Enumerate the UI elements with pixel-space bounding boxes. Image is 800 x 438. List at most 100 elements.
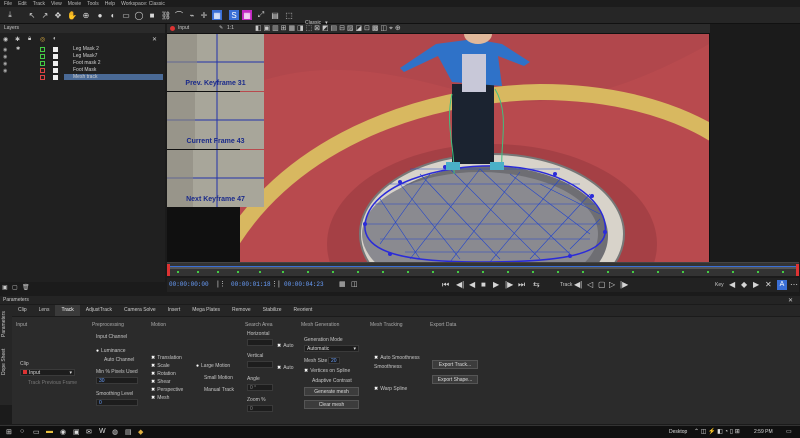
mail-icon[interactable]: ✉ — [86, 428, 92, 436]
tab-mega-plates[interactable]: Mega Plates — [186, 305, 226, 316]
motion-perspective[interactable]: ✖ Perspective — [151, 387, 183, 393]
key-icon[interactable]: ◆ — [741, 280, 747, 289]
task-view-icon[interactable]: ▭ — [33, 428, 40, 436]
viewer-tools-icons[interactable]: ◧ ▣ ▥ ⊞ ▦ ◨ ⬚ ⊠ ◩ ▤ ⊟ ▨ ◪ ⊡ ▩ ◫ ⌖ ⊕ — [255, 24, 401, 33]
mesh-icon[interactable]: ▤ — [270, 10, 280, 20]
in-out-icon[interactable]: ⋮| — [271, 280, 280, 288]
layer-row[interactable]: ◉ Leg Mask7 — [0, 53, 165, 60]
video-frame[interactable] — [240, 34, 709, 262]
ellipse-icon[interactable]: ◯ — [134, 10, 144, 20]
export-shape-button[interactable]: Export Shape... — [432, 375, 478, 384]
pointer-icon[interactable]: ↗ — [40, 10, 50, 20]
zoom-icon[interactable]: ⊕ — [81, 10, 91, 20]
menu-track[interactable]: Track — [33, 1, 45, 7]
clear-mesh-button[interactable]: Clear mesh — [304, 400, 359, 409]
current-time[interactable]: 00:00:00:00 — [169, 281, 209, 288]
motion-mesh[interactable]: ✖ Mesh — [151, 395, 169, 401]
key-menu-icon[interactable]: ⋯ — [790, 280, 798, 289]
link-icon[interactable]: ⛓ — [161, 10, 171, 20]
generate-mesh-button[interactable]: Generate mesh — [304, 387, 359, 396]
mocha-icon[interactable]: ◆ — [138, 428, 143, 436]
menu-help[interactable]: Help — [105, 1, 115, 7]
search-icon[interactable]: ○ — [20, 428, 24, 435]
eye-icon[interactable]: ◉ — [3, 36, 8, 43]
desktop-label[interactable]: Desktop — [669, 429, 687, 435]
lasso-icon[interactable]: ⌒ — [174, 10, 184, 20]
motion-rotation[interactable]: ✖ Rotation — [151, 371, 176, 377]
side-tab-parameters[interactable]: Parameters — [1, 311, 7, 337]
layer-row[interactable]: ◉ Foot Mask — [0, 67, 165, 74]
close-icon[interactable]: ✕ — [152, 36, 157, 43]
menu-tools[interactable]: Tools — [87, 1, 99, 7]
menu-file[interactable]: File — [4, 1, 12, 7]
play-back-icon[interactable]: ◀ — [469, 280, 475, 289]
prev-key-icon[interactable]: ◀| — [456, 280, 464, 289]
track-stop-icon[interactable]: ▢ — [598, 280, 606, 289]
menu-view[interactable]: View — [51, 1, 62, 7]
rect-icon[interactable]: ▭ — [121, 10, 131, 20]
playhead[interactable] — [167, 264, 170, 276]
play-icon[interactable]: ▶ — [493, 280, 499, 289]
zoom-field[interactable]: 0 — [247, 405, 273, 412]
planar-grid-icon[interactable]: ▦ — [212, 10, 222, 20]
export-track-button[interactable]: Export Track... — [432, 360, 478, 369]
blend-icon[interactable]: ◐ — [53, 36, 57, 42]
clip-select[interactable]: Input ▾ — [20, 369, 75, 376]
large-motion-radio[interactable]: ● Large Motion — [196, 363, 230, 369]
generation-mode-select[interactable]: Automatic ▾ — [304, 345, 359, 352]
close-icon[interactable]: ✕ — [788, 297, 793, 304]
key-del-icon[interactable]: ✕ — [765, 280, 772, 289]
word-icon[interactable]: W — [99, 428, 106, 435]
motion-scale[interactable]: ✖ Scale — [151, 363, 170, 369]
tab-lens[interactable]: Lens — [33, 305, 56, 316]
gear-icon[interactable]: ✱ — [15, 36, 20, 43]
track-previous-label[interactable]: Track Previous Frame — [28, 380, 77, 386]
tab-track[interactable]: Track — [55, 305, 80, 316]
out-time[interactable]: 00:00:04:23 — [284, 281, 324, 288]
zoom-select[interactable]: 1:1 — [227, 25, 234, 31]
in-time[interactable]: 00:00:01:18 — [231, 281, 271, 288]
tab-stabilize[interactable]: Stabilize — [257, 305, 288, 316]
notifications-icon[interactable]: ▭ — [786, 428, 792, 435]
layer-row[interactable]: ◉ ✱ Leg Mask 2 — [0, 46, 165, 53]
track-next-icon[interactable]: ▷ — [609, 280, 615, 289]
tab-remove[interactable]: Remove — [226, 305, 257, 316]
autokey-icon[interactable]: A — [777, 280, 787, 290]
smoothing-field[interactable]: 0 — [96, 399, 138, 406]
tab-reorient[interactable]: Reorient — [288, 305, 319, 316]
attach-icon[interactable]: ⌁ — [187, 10, 197, 20]
menu-workspace[interactable]: Workspace: Classic — [121, 1, 165, 7]
track-forward-icon[interactable]: |▶ — [620, 280, 628, 289]
tab-clip[interactable]: Clip — [12, 305, 33, 316]
shape-icon[interactable]: ■ — [147, 10, 157, 20]
select-icon[interactable]: ↖ — [27, 10, 37, 20]
next-key-icon[interactable]: |▶ — [505, 280, 513, 289]
min-pixels-field[interactable]: 30 — [96, 377, 138, 384]
stop-icon[interactable]: ■ — [481, 280, 486, 289]
menu-movie[interactable]: Movie — [68, 1, 81, 7]
transform-icon[interactable]: ✥ — [53, 10, 63, 20]
add-layer-icon[interactable]: ▣ — [2, 284, 8, 291]
small-motion-label[interactable]: Small Motion — [204, 375, 233, 381]
track-backward-icon[interactable]: ◀| — [574, 280, 582, 289]
grid-small-icon[interactable]: ▦ — [339, 280, 346, 288]
expand-icon[interactable]: ⤢ — [256, 10, 266, 20]
tab-insert[interactable]: Insert — [162, 305, 187, 316]
warp-spline[interactable]: ✖ Warp Spline — [374, 386, 407, 392]
app3-icon[interactable]: ▤ — [125, 428, 132, 436]
auto-channel-label[interactable]: Auto Channel — [104, 357, 134, 363]
vertices-on-spline[interactable]: ✖ Vertices on Spline — [304, 368, 350, 374]
surface-icon[interactable]: S — [229, 10, 239, 20]
tab-adjusttrack[interactable]: AdjustTrack — [80, 305, 118, 316]
gear-icon[interactable]: ✱ — [16, 46, 20, 52]
hand-icon[interactable]: ✋ — [67, 10, 77, 20]
layer-row-selected[interactable]: Mesh track — [0, 74, 165, 80]
adaptive-contrast-label[interactable]: Adaptive Contrast — [312, 378, 352, 384]
snap-icon[interactable]: ◫ — [351, 280, 358, 288]
xspline-icon[interactable]: ● — [95, 10, 105, 20]
timeline-track[interactable] — [167, 263, 799, 277]
tab-camera-solve[interactable]: Camera Solve — [118, 305, 162, 316]
goto-first-icon[interactable]: ⏮ — [442, 280, 449, 290]
goto-last-icon[interactable]: ⏭ — [518, 280, 525, 290]
bspline-icon[interactable]: ◐ — [108, 10, 118, 20]
